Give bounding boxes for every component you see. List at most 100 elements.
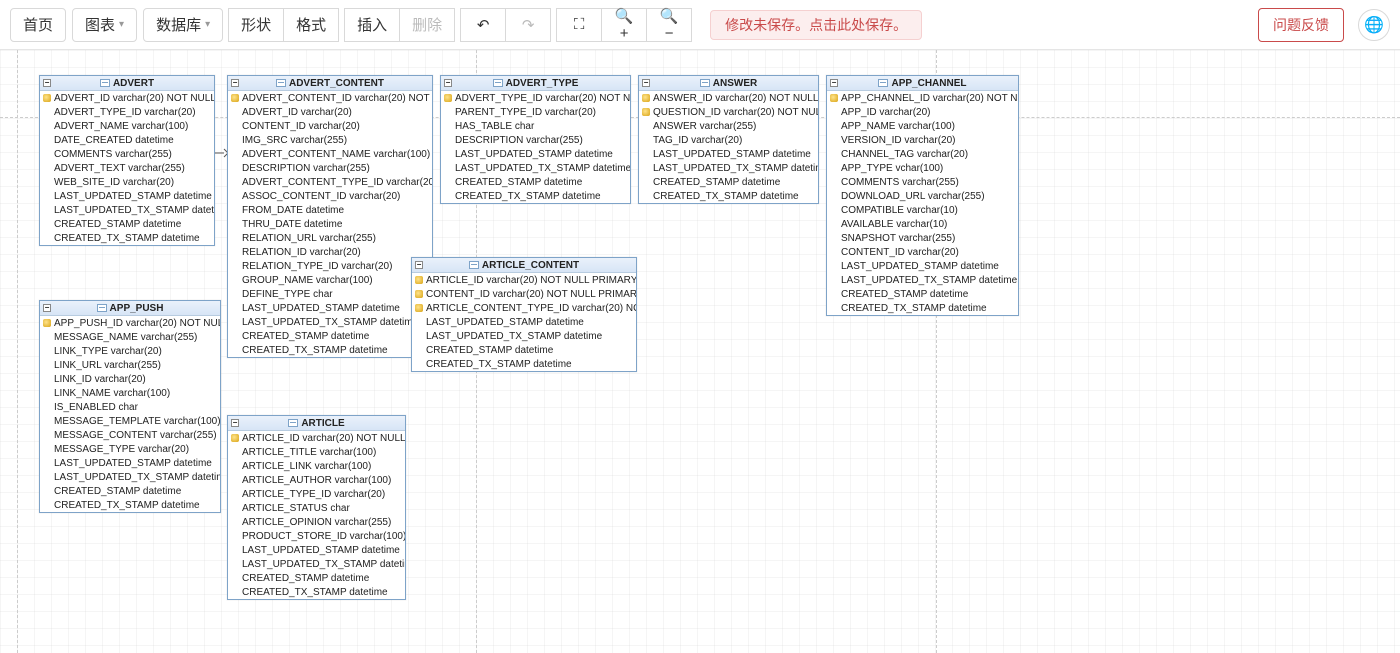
- table-column[interactable]: HAS_TABLE char: [441, 119, 630, 133]
- table-column[interactable]: CONTENT_ID varchar(20): [228, 119, 432, 133]
- table-column[interactable]: ARTICLE_TITLE varchar(100): [228, 445, 405, 459]
- table-column[interactable]: ARTICLE_AUTHOR varchar(100): [228, 473, 405, 487]
- table-column[interactable]: WEB_SITE_ID varchar(20): [40, 175, 214, 189]
- table-header[interactable]: −ARTICLE_CONTENT: [412, 258, 636, 273]
- table-column[interactable]: DESCRIPTION varchar(255): [228, 161, 432, 175]
- table-column[interactable]: ADVERT_TYPE_ID varchar(20) NOT NULL PRIM…: [441, 91, 630, 105]
- diagram-canvas[interactable]: −ADVERTADVERT_ID varchar(20) NOT NULL PR…: [0, 50, 1400, 653]
- table-column[interactable]: LINK_ID varchar(20): [40, 372, 220, 386]
- table-column[interactable]: CREATED_STAMP datetime: [228, 571, 405, 585]
- globe-icon[interactable]: 🌐: [1358, 9, 1390, 41]
- table-column[interactable]: LINK_NAME varchar(100): [40, 386, 220, 400]
- table-column[interactable]: TAG_ID varchar(20): [639, 133, 818, 147]
- table-column[interactable]: LAST_UPDATED_TX_STAMP datetime: [412, 329, 636, 343]
- db-table-advert[interactable]: −ADVERTADVERT_ID varchar(20) NOT NULL PR…: [39, 75, 215, 246]
- table-column[interactable]: MESSAGE_CONTENT varchar(255): [40, 428, 220, 442]
- fullscreen-button[interactable]: ⛶: [556, 8, 602, 42]
- table-column[interactable]: APP_PUSH_ID varchar(20) NOT NULL PRIMARY…: [40, 316, 220, 330]
- table-column[interactable]: LAST_UPDATED_STAMP datetime: [827, 259, 1018, 273]
- table-column[interactable]: ARTICLE_CONTENT_TYPE_ID varchar(20) NOT …: [412, 301, 636, 315]
- table-column[interactable]: GROUP_NAME varchar(100): [228, 273, 432, 287]
- table-column[interactable]: LAST_UPDATED_STAMP datetime: [412, 315, 636, 329]
- table-header[interactable]: −ADVERT: [40, 76, 214, 91]
- table-column[interactable]: CREATED_TX_STAMP datetime: [228, 585, 405, 599]
- table-column[interactable]: CHANNEL_TAG varchar(20): [827, 147, 1018, 161]
- collapse-icon[interactable]: −: [43, 79, 51, 87]
- unsaved-banner[interactable]: 修改未保存。点击此处保存。: [710, 10, 922, 40]
- table-column[interactable]: LAST_UPDATED_TX_STAMP datetime: [228, 315, 432, 329]
- table-column[interactable]: ADVERT_ID varchar(20): [228, 105, 432, 119]
- table-column[interactable]: CREATED_TX_STAMP datetime: [40, 231, 214, 245]
- table-column[interactable]: ADVERT_TYPE_ID varchar(20): [40, 105, 214, 119]
- table-column[interactable]: PARENT_TYPE_ID varchar(20): [441, 105, 630, 119]
- table-column[interactable]: RELATION_URL varchar(255): [228, 231, 432, 245]
- table-column[interactable]: CREATED_TX_STAMP datetime: [40, 498, 220, 512]
- table-column[interactable]: SNAPSHOT varchar(255): [827, 231, 1018, 245]
- table-column[interactable]: CREATED_STAMP datetime: [441, 175, 630, 189]
- table-column[interactable]: ARTICLE_ID varchar(20) NOT NULL PRIMARY …: [228, 431, 405, 445]
- collapse-icon[interactable]: −: [830, 79, 838, 87]
- table-column[interactable]: APP_CHANNEL_ID varchar(20) NOT NULL PRIM…: [827, 91, 1018, 105]
- table-column[interactable]: ADVERT_CONTENT_ID varchar(20) NOT NULL P…: [228, 91, 432, 105]
- db-table-app_push[interactable]: −APP_PUSHAPP_PUSH_ID varchar(20) NOT NUL…: [39, 300, 221, 513]
- undo-button[interactable]: ↶: [460, 8, 506, 42]
- database-dropdown[interactable]: 数据库▾: [143, 8, 223, 42]
- table-column[interactable]: LAST_UPDATED_TX_STAMP datetime: [639, 161, 818, 175]
- collapse-icon[interactable]: −: [231, 79, 239, 87]
- table-column[interactable]: CREATED_STAMP datetime: [40, 484, 220, 498]
- table-column[interactable]: CONTENT_ID varchar(20): [827, 245, 1018, 259]
- table-column[interactable]: LAST_UPDATED_STAMP datetime: [228, 301, 432, 315]
- zoom-in-button[interactable]: 🔍+: [601, 8, 647, 42]
- table-column[interactable]: CREATED_STAMP datetime: [228, 329, 432, 343]
- table-column[interactable]: DATE_CREATED datetime: [40, 133, 214, 147]
- table-column[interactable]: ADVERT_CONTENT_TYPE_ID varchar(20): [228, 175, 432, 189]
- table-column[interactable]: CREATED_TX_STAMP datetime: [228, 343, 432, 357]
- table-column[interactable]: PRODUCT_STORE_ID varchar(100): [228, 529, 405, 543]
- table-column[interactable]: LAST_UPDATED_STAMP datetime: [441, 147, 630, 161]
- table-column[interactable]: LINK_TYPE varchar(20): [40, 344, 220, 358]
- collapse-icon[interactable]: −: [444, 79, 452, 87]
- table-column[interactable]: APP_NAME varchar(100): [827, 119, 1018, 133]
- table-column[interactable]: ASSOC_CONTENT_ID varchar(20): [228, 189, 432, 203]
- home-button[interactable]: 首页: [10, 8, 66, 42]
- table-column[interactable]: LAST_UPDATED_TX_STAMP datetime: [40, 470, 220, 484]
- table-column[interactable]: LAST_UPDATED_STAMP datetime: [639, 147, 818, 161]
- table-column[interactable]: DESCRIPTION varchar(255): [441, 133, 630, 147]
- table-column[interactable]: COMPATIBLE varchar(10): [827, 203, 1018, 217]
- table-header[interactable]: −ARTICLE: [228, 416, 405, 431]
- table-header[interactable]: −APP_PUSH: [40, 301, 220, 316]
- table-column[interactable]: CONTENT_ID varchar(20) NOT NULL PRIMARY …: [412, 287, 636, 301]
- table-column[interactable]: CREATED_TX_STAMP datetime: [441, 189, 630, 203]
- table-column[interactable]: ARTICLE_ID varchar(20) NOT NULL PRIMARY …: [412, 273, 636, 287]
- table-column[interactable]: LAST_UPDATED_TX_STAMP datetime: [40, 203, 214, 217]
- feedback-button[interactable]: 问题反馈: [1258, 8, 1344, 42]
- db-table-advert_content[interactable]: −ADVERT_CONTENTADVERT_CONTENT_ID varchar…: [227, 75, 433, 358]
- collapse-icon[interactable]: −: [415, 261, 423, 269]
- table-column[interactable]: MESSAGE_TEMPLATE varchar(100): [40, 414, 220, 428]
- redo-button[interactable]: ↷: [505, 8, 551, 42]
- table-column[interactable]: ADVERT_CONTENT_NAME varchar(100): [228, 147, 432, 161]
- table-header[interactable]: −ADVERT_CONTENT: [228, 76, 432, 91]
- table-column[interactable]: LAST_UPDATED_STAMP datetime: [40, 456, 220, 470]
- table-column[interactable]: CREATED_TX_STAMP datetime: [639, 189, 818, 203]
- table-column[interactable]: ANSWER_ID varchar(20) NOT NULL PRIMARY K…: [639, 91, 818, 105]
- table-column[interactable]: ADVERT_NAME varchar(100): [40, 119, 214, 133]
- collapse-icon[interactable]: −: [642, 79, 650, 87]
- table-column[interactable]: LINK_URL varchar(255): [40, 358, 220, 372]
- collapse-icon[interactable]: −: [43, 304, 51, 312]
- table-column[interactable]: APP_TYPE vchar(100): [827, 161, 1018, 175]
- table-column[interactable]: LAST_UPDATED_TX_STAMP datetime: [441, 161, 630, 175]
- format-button[interactable]: 格式: [283, 8, 339, 42]
- table-header[interactable]: −ANSWER: [639, 76, 818, 91]
- table-column[interactable]: AVAILABLE varchar(10): [827, 217, 1018, 231]
- table-header[interactable]: −ADVERT_TYPE: [441, 76, 630, 91]
- table-column[interactable]: COMMENTS varchar(255): [40, 147, 214, 161]
- db-table-advert_type[interactable]: −ADVERT_TYPEADVERT_TYPE_ID varchar(20) N…: [440, 75, 631, 204]
- collapse-icon[interactable]: −: [231, 419, 239, 427]
- delete-button[interactable]: 删除: [399, 8, 455, 42]
- db-table-answer[interactable]: −ANSWERANSWER_ID varchar(20) NOT NULL PR…: [638, 75, 819, 204]
- table-column[interactable]: CREATED_TX_STAMP datetime: [412, 357, 636, 371]
- table-column[interactable]: ARTICLE_OPINION varchar(255): [228, 515, 405, 529]
- table-column[interactable]: LAST_UPDATED_TX_STAMP datetime: [827, 273, 1018, 287]
- table-column[interactable]: IMG_SRC varchar(255): [228, 133, 432, 147]
